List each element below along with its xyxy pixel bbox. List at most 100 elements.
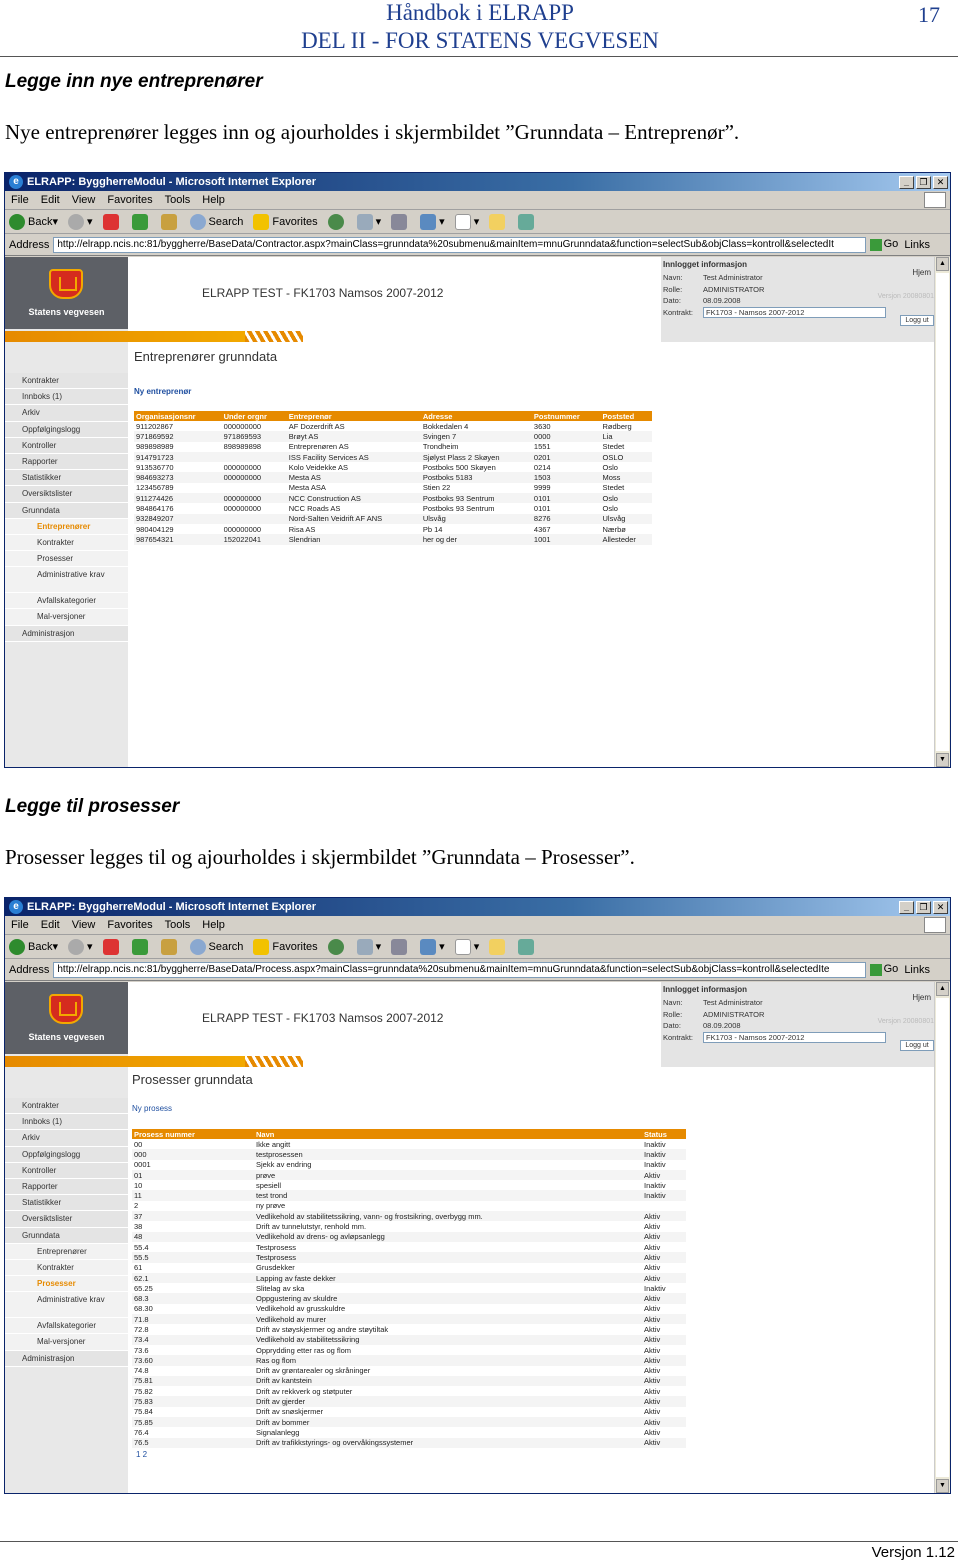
table-row[interactable]: 76.4 Signalanlegg Aktiv — [132, 1427, 686, 1437]
hjem-link[interactable]: Hjem — [912, 993, 931, 1002]
edit-button[interactable]: ▾ — [420, 213, 445, 230]
refresh-button[interactable] — [131, 213, 151, 230]
nav-statistikker[interactable]: Statistikker — [5, 470, 128, 487]
table-row[interactable]: 75.84 Drift av snøskjermer Aktiv — [132, 1407, 686, 1417]
table-row[interactable]: 0001 Sjekk av endring Inaktiv — [132, 1160, 686, 1170]
word-button[interactable]: ▾ — [454, 213, 479, 230]
table-row[interactable]: 75.85 Drift av bommer Aktiv — [132, 1417, 686, 1428]
col-underorgnr[interactable]: Under orgnr — [221, 411, 287, 421]
menu-favorites[interactable]: Favorites — [107, 194, 152, 206]
menu-help[interactable]: Help — [202, 919, 225, 931]
history-button[interactable] — [327, 213, 347, 230]
table-row[interactable]: 10 spesiell Inaktiv — [132, 1180, 686, 1190]
history-button[interactable] — [327, 938, 347, 955]
table-row[interactable]: 000 testprosessen Inaktiv — [132, 1149, 686, 1160]
restore-icon[interactable]: ❐ — [916, 900, 931, 914]
table-row[interactable]: 984693273 000000000 Mesta AS Postboks 5183 1… — [134, 472, 652, 483]
stop-button[interactable] — [102, 213, 122, 230]
folder-button[interactable] — [489, 213, 508, 230]
new-contractor-link[interactable]: Ny entreprenør — [134, 387, 191, 396]
nav-arkiv[interactable]: Arkiv — [5, 405, 128, 422]
mail-button[interactable]: ▾ — [356, 213, 381, 230]
print-button[interactable] — [391, 938, 410, 955]
nav-rapporter[interactable]: Rapporter — [5, 1178, 128, 1196]
kontrakt-select[interactable]: FK1703 - Namsos 2007-2012 — [703, 306, 886, 318]
col-poststed[interactable]: Poststed — [600, 411, 652, 421]
minimize-icon[interactable]: _ — [899, 175, 914, 189]
table-row[interactable]: 73.60 Ras og flom Aktiv — [132, 1355, 686, 1366]
table-row[interactable]: 55.4 Testprosess Aktiv — [132, 1242, 686, 1252]
minimize-icon[interactable]: _ — [899, 900, 914, 914]
col-navn[interactable]: Navn — [254, 1129, 642, 1139]
print-button[interactable] — [391, 213, 410, 230]
nav-administrasjon[interactable]: Administrasjon — [5, 625, 128, 642]
table-row[interactable]: 73.4 Vedlikehold av stabilitetssikring Akt… — [132, 1334, 686, 1345]
stop-button[interactable] — [102, 938, 122, 955]
nav-sub-prosesser[interactable]: Prosesser — [5, 551, 128, 568]
address-input[interactable]: http://elrapp.ncis.nc:81/byggherre/BaseD… — [53, 961, 866, 978]
nav-arkiv[interactable]: Arkiv — [5, 1130, 128, 1147]
links-label[interactable]: Links — [904, 239, 930, 251]
search-button[interactable]: Search — [189, 213, 243, 230]
table-row[interactable]: 55.5 Testprosess Aktiv — [132, 1252, 686, 1263]
vertical-scrollbar[interactable]: ▲ ▼ — [934, 982, 950, 1493]
col-entreprenor[interactable]: Entreprenør — [286, 411, 421, 421]
forward-button[interactable]: ▾ — [68, 213, 93, 230]
nav-innboks[interactable]: Innboks (1) — [5, 1114, 128, 1131]
table-row[interactable]: 76.5 Drift av trafikkstyrings- og overvåk… — [132, 1437, 686, 1448]
table-row[interactable]: 987654321 152022041 Slendrian her og der 100… — [134, 534, 652, 545]
vertical-scrollbar[interactable]: ▲ ▼ — [934, 257, 950, 767]
nav-sub-entreprenorer[interactable]: Entreprenører — [5, 518, 128, 535]
nav-oppfolgingslogg[interactable]: Oppfølgingslogg — [5, 1146, 128, 1163]
new-process-link[interactable]: Ny prosess — [132, 1104, 172, 1113]
back-button[interactable]: Back ▾ — [9, 938, 58, 955]
menu-file[interactable]: File — [11, 919, 29, 931]
menu-tools[interactable]: Tools — [165, 919, 191, 931]
menu-view[interactable]: View — [72, 194, 96, 206]
menu-favorites[interactable]: Favorites — [107, 919, 152, 931]
nav-sub-admin-krav[interactable]: Administrative krav — [5, 1292, 128, 1319]
table-row[interactable]: 911202867 000000000 AF Dozerdrift AS Bokked… — [134, 421, 652, 431]
table-row[interactable]: 48 Vedlikehold av drens- og avløpsanlegg A… — [132, 1231, 686, 1242]
table-row[interactable]: 68.3 Oppgustering av skuldre Aktiv — [132, 1293, 686, 1304]
edit-button[interactable]: ▾ — [420, 938, 445, 955]
table-row[interactable]: 01 prøve Aktiv — [132, 1169, 686, 1181]
address-input[interactable]: http://elrapp.ncis.nc:81/byggherre/BaseD… — [53, 236, 866, 253]
home-button[interactable] — [160, 213, 180, 230]
menu-view[interactable]: View — [72, 919, 96, 931]
table-row[interactable]: 984864176 000000000 NCC Roads AS Postboks 9… — [134, 503, 652, 513]
hjem-link[interactable]: Hjem — [912, 268, 931, 277]
nav-sub-admin-krav[interactable]: Administrative krav — [5, 567, 128, 594]
pager[interactable]: 1 2 — [136, 1450, 147, 1459]
table-row[interactable]: 75.83 Drift av gjerder Aktiv — [132, 1396, 686, 1407]
col-prosessnummer[interactable]: Prosess nummer — [132, 1129, 254, 1139]
nav-sub-avfall[interactable]: Avfallskategorier — [5, 1318, 128, 1335]
table-row[interactable]: 2 ny prøve — [132, 1201, 686, 1211]
favorites-button[interactable]: Favorites — [253, 213, 318, 230]
table-row[interactable]: 00 Ikke angitt Inaktiv — [132, 1139, 686, 1149]
nav-oversiktslister[interactable]: Oversiktslister — [5, 486, 128, 503]
table-row[interactable]: 62.1 Lapping av faste dekker Aktiv — [132, 1272, 686, 1284]
nav-administrasjon[interactable]: Administrasjon — [5, 1350, 128, 1367]
close-icon[interactable]: ✕ — [933, 900, 948, 914]
nav-sub-mal[interactable]: Mal-versjoner — [5, 1334, 128, 1351]
table-row[interactable]: 75.81 Drift av kantstein Aktiv — [132, 1375, 686, 1387]
messenger-button[interactable] — [518, 213, 537, 230]
search-button[interactable]: Search — [189, 938, 243, 955]
table-row[interactable]: 980404129 000000000 Risa AS Pb 14 4367 Nærbø — [134, 524, 652, 534]
nav-kontrakter[interactable]: Kontrakter — [5, 1098, 128, 1115]
table-row[interactable]: 913536770 000000000 Kolo Veidekke AS Postbo… — [134, 462, 652, 472]
folder-button[interactable] — [489, 938, 508, 955]
table-row[interactable]: 38 Drift av tunnelutstyr, renhold mm. Akti… — [132, 1221, 686, 1231]
nav-sub-kontrakter[interactable]: Kontrakter — [5, 534, 128, 552]
menu-help[interactable]: Help — [202, 194, 225, 206]
table-row[interactable]: 65.25 Slitelag av ska Inaktiv — [132, 1283, 686, 1293]
nav-sub-kontrakter[interactable]: Kontrakter — [5, 1259, 128, 1277]
scroll-up-icon[interactable]: ▲ — [936, 257, 949, 271]
home-button[interactable] — [160, 938, 180, 955]
scroll-thumb[interactable] — [936, 273, 949, 751]
forward-button[interactable]: ▾ — [68, 938, 93, 955]
messenger-button[interactable] — [518, 938, 537, 955]
nav-grunndata[interactable]: Grunndata — [5, 502, 128, 519]
table-row[interactable]: 71.8 Vedlikehold av murer Aktiv — [132, 1314, 686, 1325]
